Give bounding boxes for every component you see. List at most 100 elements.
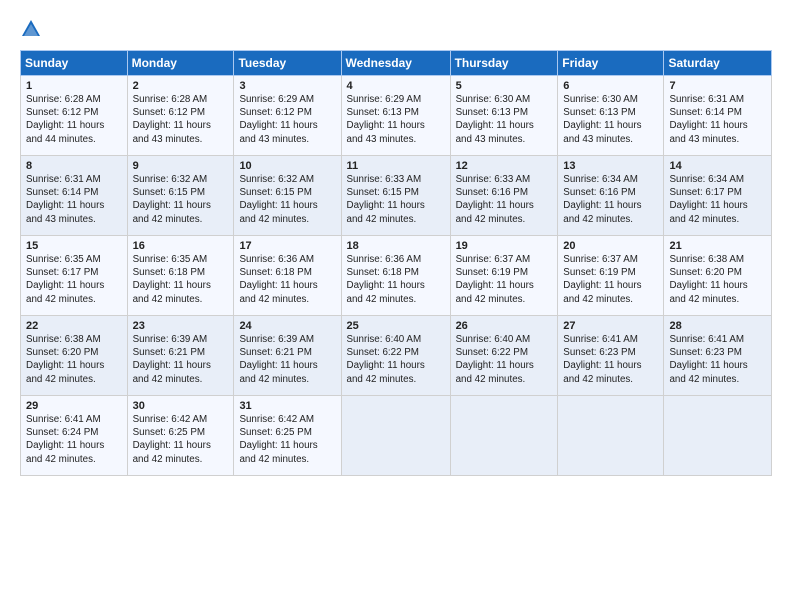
calendar-cell xyxy=(558,396,664,476)
calendar-cell xyxy=(341,396,450,476)
day-info: Sunrise: 6:32 AMSunset: 6:15 PMDaylight:… xyxy=(239,173,336,226)
day-number: 12 xyxy=(456,160,554,172)
calendar-cell: 20Sunrise: 6:37 AMSunset: 6:19 PMDayligh… xyxy=(558,236,664,316)
calendar-cell: 11Sunrise: 6:33 AMSunset: 6:15 PMDayligh… xyxy=(341,156,450,236)
day-info: Sunrise: 6:31 AMSunset: 6:14 PMDaylight:… xyxy=(669,93,767,146)
day-info: Sunrise: 6:32 AMSunset: 6:15 PMDaylight:… xyxy=(133,173,230,226)
calendar-week-2: 8Sunrise: 6:31 AMSunset: 6:14 PMDaylight… xyxy=(21,156,772,236)
calendar-cell: 5Sunrise: 6:30 AMSunset: 6:13 PMDaylight… xyxy=(450,76,558,156)
calendar-cell: 7Sunrise: 6:31 AMSunset: 6:14 PMDaylight… xyxy=(664,76,772,156)
day-number: 15 xyxy=(26,240,123,252)
calendar-cell: 10Sunrise: 6:32 AMSunset: 6:15 PMDayligh… xyxy=(234,156,341,236)
day-info: Sunrise: 6:42 AMSunset: 6:25 PMDaylight:… xyxy=(133,413,230,466)
day-info: Sunrise: 6:36 AMSunset: 6:18 PMDaylight:… xyxy=(347,253,446,306)
calendar-cell: 16Sunrise: 6:35 AMSunset: 6:18 PMDayligh… xyxy=(127,236,234,316)
day-info: Sunrise: 6:29 AMSunset: 6:12 PMDaylight:… xyxy=(239,93,336,146)
day-info: Sunrise: 6:38 AMSunset: 6:20 PMDaylight:… xyxy=(669,253,767,306)
calendar-cell: 27Sunrise: 6:41 AMSunset: 6:23 PMDayligh… xyxy=(558,316,664,396)
day-number: 25 xyxy=(347,320,446,332)
day-info: Sunrise: 6:30 AMSunset: 6:13 PMDaylight:… xyxy=(456,93,554,146)
calendar-cell: 29Sunrise: 6:41 AMSunset: 6:24 PMDayligh… xyxy=(21,396,128,476)
calendar-cell: 17Sunrise: 6:36 AMSunset: 6:18 PMDayligh… xyxy=(234,236,341,316)
header xyxy=(20,16,772,40)
day-info: Sunrise: 6:39 AMSunset: 6:21 PMDaylight:… xyxy=(239,333,336,386)
calendar-cell: 14Sunrise: 6:34 AMSunset: 6:17 PMDayligh… xyxy=(664,156,772,236)
calendar-cell: 9Sunrise: 6:32 AMSunset: 6:15 PMDaylight… xyxy=(127,156,234,236)
day-info: Sunrise: 6:40 AMSunset: 6:22 PMDaylight:… xyxy=(347,333,446,386)
day-info: Sunrise: 6:35 AMSunset: 6:18 PMDaylight:… xyxy=(133,253,230,306)
calendar-cell xyxy=(450,396,558,476)
calendar-cell: 13Sunrise: 6:34 AMSunset: 6:16 PMDayligh… xyxy=(558,156,664,236)
day-number: 9 xyxy=(133,160,230,172)
col-header-monday: Monday xyxy=(127,51,234,76)
calendar-cell: 22Sunrise: 6:38 AMSunset: 6:20 PMDayligh… xyxy=(21,316,128,396)
day-info: Sunrise: 6:37 AMSunset: 6:19 PMDaylight:… xyxy=(456,253,554,306)
calendar-week-5: 29Sunrise: 6:41 AMSunset: 6:24 PMDayligh… xyxy=(21,396,772,476)
col-header-tuesday: Tuesday xyxy=(234,51,341,76)
day-info: Sunrise: 6:28 AMSunset: 6:12 PMDaylight:… xyxy=(133,93,230,146)
day-number: 23 xyxy=(133,320,230,332)
day-number: 18 xyxy=(347,240,446,252)
day-number: 4 xyxy=(347,80,446,92)
day-info: Sunrise: 6:28 AMSunset: 6:12 PMDaylight:… xyxy=(26,93,123,146)
day-number: 1 xyxy=(26,80,123,92)
day-number: 7 xyxy=(669,80,767,92)
day-info: Sunrise: 6:36 AMSunset: 6:18 PMDaylight:… xyxy=(239,253,336,306)
col-header-wednesday: Wednesday xyxy=(341,51,450,76)
calendar-cell: 24Sunrise: 6:39 AMSunset: 6:21 PMDayligh… xyxy=(234,316,341,396)
calendar-table: SundayMondayTuesdayWednesdayThursdayFrid… xyxy=(20,50,772,476)
day-info: Sunrise: 6:31 AMSunset: 6:14 PMDaylight:… xyxy=(26,173,123,226)
day-number: 3 xyxy=(239,80,336,92)
day-number: 22 xyxy=(26,320,123,332)
col-header-friday: Friday xyxy=(558,51,664,76)
calendar-cell: 23Sunrise: 6:39 AMSunset: 6:21 PMDayligh… xyxy=(127,316,234,396)
calendar-week-4: 22Sunrise: 6:38 AMSunset: 6:20 PMDayligh… xyxy=(21,316,772,396)
day-number: 26 xyxy=(456,320,554,332)
calendar-cell: 19Sunrise: 6:37 AMSunset: 6:19 PMDayligh… xyxy=(450,236,558,316)
day-info: Sunrise: 6:41 AMSunset: 6:23 PMDaylight:… xyxy=(669,333,767,386)
day-info: Sunrise: 6:33 AMSunset: 6:15 PMDaylight:… xyxy=(347,173,446,226)
day-info: Sunrise: 6:29 AMSunset: 6:13 PMDaylight:… xyxy=(347,93,446,146)
day-number: 14 xyxy=(669,160,767,172)
day-info: Sunrise: 6:41 AMSunset: 6:24 PMDaylight:… xyxy=(26,413,123,466)
day-number: 31 xyxy=(239,400,336,412)
day-number: 30 xyxy=(133,400,230,412)
day-info: Sunrise: 6:30 AMSunset: 6:13 PMDaylight:… xyxy=(563,93,659,146)
calendar-cell xyxy=(664,396,772,476)
day-number: 6 xyxy=(563,80,659,92)
day-number: 20 xyxy=(563,240,659,252)
calendar-week-1: 1Sunrise: 6:28 AMSunset: 6:12 PMDaylight… xyxy=(21,76,772,156)
calendar-cell: 2Sunrise: 6:28 AMSunset: 6:12 PMDaylight… xyxy=(127,76,234,156)
day-number: 13 xyxy=(563,160,659,172)
calendar-cell: 1Sunrise: 6:28 AMSunset: 6:12 PMDaylight… xyxy=(21,76,128,156)
logo xyxy=(20,16,46,40)
day-info: Sunrise: 6:37 AMSunset: 6:19 PMDaylight:… xyxy=(563,253,659,306)
calendar-cell: 30Sunrise: 6:42 AMSunset: 6:25 PMDayligh… xyxy=(127,396,234,476)
day-number: 27 xyxy=(563,320,659,332)
calendar-cell: 18Sunrise: 6:36 AMSunset: 6:18 PMDayligh… xyxy=(341,236,450,316)
day-number: 28 xyxy=(669,320,767,332)
calendar-cell: 12Sunrise: 6:33 AMSunset: 6:16 PMDayligh… xyxy=(450,156,558,236)
day-number: 19 xyxy=(456,240,554,252)
day-info: Sunrise: 6:39 AMSunset: 6:21 PMDaylight:… xyxy=(133,333,230,386)
col-header-saturday: Saturday xyxy=(664,51,772,76)
calendar-cell: 3Sunrise: 6:29 AMSunset: 6:12 PMDaylight… xyxy=(234,76,341,156)
day-number: 24 xyxy=(239,320,336,332)
calendar-cell: 31Sunrise: 6:42 AMSunset: 6:25 PMDayligh… xyxy=(234,396,341,476)
calendar-cell: 4Sunrise: 6:29 AMSunset: 6:13 PMDaylight… xyxy=(341,76,450,156)
calendar-cell: 15Sunrise: 6:35 AMSunset: 6:17 PMDayligh… xyxy=(21,236,128,316)
logo-icon xyxy=(20,18,42,40)
col-header-sunday: Sunday xyxy=(21,51,128,76)
day-info: Sunrise: 6:34 AMSunset: 6:17 PMDaylight:… xyxy=(669,173,767,226)
day-number: 17 xyxy=(239,240,336,252)
day-number: 21 xyxy=(669,240,767,252)
day-number: 2 xyxy=(133,80,230,92)
col-header-thursday: Thursday xyxy=(450,51,558,76)
day-number: 29 xyxy=(26,400,123,412)
calendar-cell: 6Sunrise: 6:30 AMSunset: 6:13 PMDaylight… xyxy=(558,76,664,156)
day-number: 8 xyxy=(26,160,123,172)
calendar-header-row: SundayMondayTuesdayWednesdayThursdayFrid… xyxy=(21,51,772,76)
day-info: Sunrise: 6:42 AMSunset: 6:25 PMDaylight:… xyxy=(239,413,336,466)
day-number: 10 xyxy=(239,160,336,172)
calendar-cell: 21Sunrise: 6:38 AMSunset: 6:20 PMDayligh… xyxy=(664,236,772,316)
